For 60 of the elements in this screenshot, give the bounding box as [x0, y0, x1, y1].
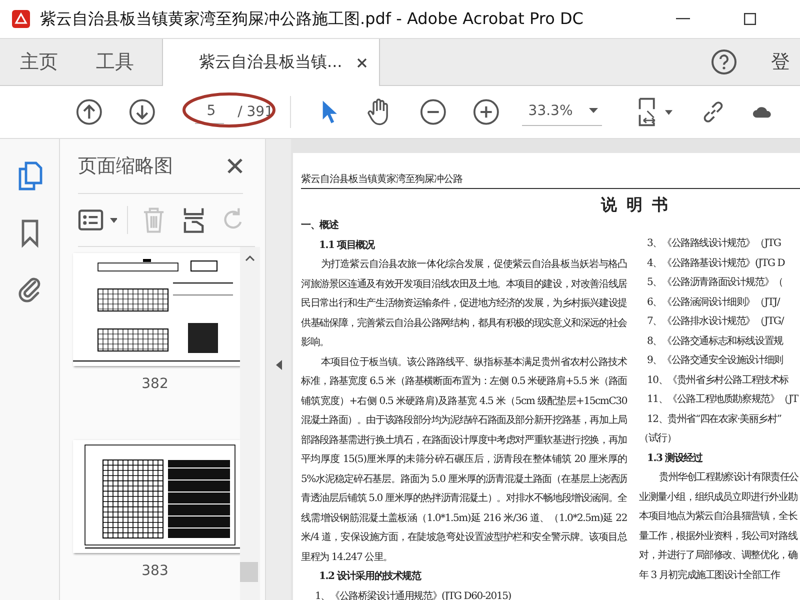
text-line: （试行）	[639, 432, 678, 446]
page-number-field[interactable]: 5	[194, 100, 224, 124]
document-title: 说 明 书	[601, 195, 672, 216]
body-paragraph: 本项目位于板当镇。该公路路线平、纵指标基本满足贵州省农村公路技术标准，路基宽度 6.5 米（路基横断面布置为：左侧 0.5 米硬路肩+5.5 米（路面铺筑宽度）+右侧 0.5 米硬路肩)及路基宽 4.5 米（5cm 级配垫层+15cmC30 混凝土路面）。由于该路段部分均为泥结碎石路面及部分新开挖路基，再加上局部路段路基需进行换土填石，在路面设计厚度中考虑对严重软基进行挖换，再加平均厚度 15(5)厘米厚的未筛分碎石碾压后，沥青段在整体铺筑 20 厘米厚的 5%水泥稳定碎石基层。路面为 5.0 厘米厚的沥青混凝土路面（在基层上浇洒沥青透油层后铺筑 5.0 厘米厚的热拌沥青混凝土）。对排水不畅地段增设涵洞。全线需增设钢筋混凝土盖板涵（1.0*1.5m)延 216 米/36 道、（1.0*2.5m)延 22 米/4 道，安保设施方面，在陡坡急弯处设置波型护栏和安全警示牌。该项目总里程为 14.247 公里。	[301, 356, 627, 564]
menu-tab[interactable]: 工具	[76, 39, 144, 85]
list-item: 10、《贵州省乡村公路工程技术标	[646, 374, 790, 388]
list-item: 4、《公路路基设计规范》(JTG D	[646, 256, 786, 270]
text-line: 贵州华创工程勘察设计有限责任公	[658, 470, 800, 485]
zoom-field[interactable]: 33.3%	[522, 98, 602, 126]
help-icon[interactable]	[711, 49, 737, 75]
section-heading: 1.3 测设经过	[646, 452, 704, 466]
text-line: 业测量小组，组织成员立即进行外业勘	[639, 490, 798, 504]
list-item: 3、《公路路线设计规范》（JTG	[646, 236, 782, 251]
list-item: 12、贵州省“四在农家·美丽乡村”	[646, 412, 782, 426]
minimize-icon[interactable]	[676, 18, 690, 20]
cloud-icon[interactable]	[752, 105, 774, 119]
text-line: 本项目地点为紫云自治县猫营镇，全长	[639, 510, 798, 524]
list-item: 9、《公路交通安全设施设计细则	[646, 354, 784, 368]
section-heading: 一、概述	[301, 218, 340, 233]
options-icon[interactable]	[78, 209, 104, 231]
document-tab[interactable]: 紫云自治县板当镇...	[162, 39, 380, 86]
list-item: 7、《公路排水设计规范》（JTG/	[646, 314, 786, 329]
zoom-out-icon[interactable]	[420, 98, 446, 126]
close-icon[interactable]	[357, 58, 367, 68]
list-item: 8、《公路交通标志和标线设置规	[646, 334, 784, 348]
caret-icon[interactable]	[588, 108, 598, 113]
section-heading: 1.2 设计采用的技术规范	[318, 570, 422, 584]
running-header: 紫云自治县板当镇黄家湾至狗屎冲公路	[301, 174, 462, 185]
page-thumbnail[interactable]	[72, 440, 240, 553]
window-title: 紫云自治县板当镇黄家湾至狗屎冲公路施工图.pdf - Adobe Acrobat Pro DC	[40, 8, 584, 30]
app-icon	[12, 10, 30, 28]
menu-tab[interactable]: 主页	[0, 39, 68, 85]
text-line: 年 3 月初完成施工图设计全部工作	[639, 568, 782, 582]
pages-icon[interactable]	[16, 161, 42, 191]
thumbnail-page-number: 383	[142, 563, 168, 579]
close-icon[interactable]	[227, 158, 243, 174]
scrollbar-thumb[interactable]	[240, 562, 258, 582]
page-count: / 391	[238, 104, 274, 120]
extract-page-icon[interactable]	[182, 206, 206, 234]
collapse-arrow-icon[interactable]	[276, 360, 282, 370]
caret-icon[interactable]	[665, 110, 673, 114]
text-line: 对，并进行了局部修改、调整优化，确	[639, 548, 798, 563]
list-item: 11、《公路工程地质勘察规范》（JT	[646, 392, 800, 407]
document-tab-label[interactable]: 紫云自治县板当镇...	[199, 52, 342, 73]
sign-in-link[interactable]: 登	[771, 39, 800, 85]
paperclip-icon[interactable]	[16, 275, 42, 305]
body-paragraph: 为打造紫云自治县农旅一体化综合发展，促使紫云自治县板当妖岩与格凸河旅游景区连通及有效开发项目沿线农田及土地。本项目的建设，对改善沿线居民日常出行和生产生活物资运输条件，促进地方经济的发展，为乡村振兴建设提供基础保障，完善紫云自治县公路网结构，都具有积极的现实意义和深远的社会影响。	[301, 258, 627, 350]
text-line: 量工作，根据外业资料，我公司对路线	[639, 530, 798, 544]
list-item: 5、《公路沥青路面设计规范》（	[646, 276, 784, 290]
zoom-in-icon[interactable]	[472, 98, 500, 126]
list-item: 6、《公路涵洞设计细则》（JTJ/	[646, 296, 782, 310]
pointer-icon[interactable]	[320, 98, 340, 126]
section-heading: 1.1 项目概况	[318, 238, 376, 252]
page-thumbnail[interactable]	[72, 253, 240, 366]
maximize-icon[interactable]	[744, 13, 756, 25]
previous-page-icon[interactable]	[76, 98, 102, 126]
next-page-icon[interactable]	[129, 98, 156, 126]
thumbnail-page-number: 382	[142, 376, 168, 392]
caret-icon[interactable]	[110, 218, 118, 222]
panel-title: 页面缩略图	[78, 154, 173, 179]
